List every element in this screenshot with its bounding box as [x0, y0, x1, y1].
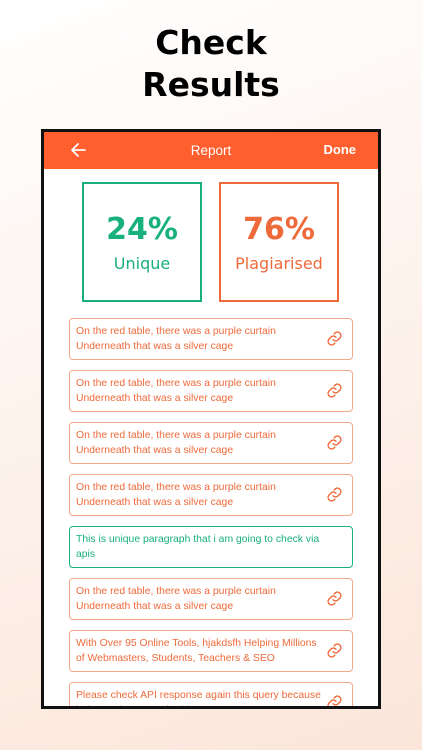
result-card[interactable]: On the red table, there was a purple cur… — [69, 422, 353, 464]
plagiarised-stat-card: 76% Plagiarised — [219, 182, 339, 302]
result-text: Please check API response again this que… — [76, 690, 321, 706]
result-card[interactable]: With Over 95 Online Tools, hjakdsfh Help… — [69, 630, 353, 672]
result-card[interactable]: On the red table, there was a purple cur… — [69, 474, 353, 516]
result-text: This is unique paragraph that i am going… — [76, 534, 320, 560]
link-icon[interactable] — [326, 590, 343, 607]
results-list: On the red table, there was a purple cur… — [69, 318, 353, 709]
result-text: On the red table, there was a purple cur… — [76, 586, 276, 612]
headline: Check Results — [0, 22, 422, 106]
unique-label: Unique — [113, 253, 171, 273]
result-card[interactable]: Please check API response again this que… — [69, 682, 353, 709]
result-text: On the red table, there was a purple cur… — [76, 482, 276, 508]
result-text: On the red table, there was a purple cur… — [76, 430, 276, 456]
top-bar: Report Done — [44, 132, 378, 169]
link-icon[interactable] — [326, 642, 343, 659]
result-card[interactable]: On the red table, there was a purple cur… — [69, 370, 353, 412]
result-card[interactable]: This is unique paragraph that i am going… — [69, 526, 353, 568]
result-text: On the red table, there was a purple cur… — [76, 326, 276, 352]
done-button[interactable]: Done — [324, 142, 357, 157]
link-icon[interactable] — [326, 486, 343, 503]
arrow-left-icon[interactable] — [70, 141, 86, 159]
result-text: With Over 95 Online Tools, hjakdsfh Help… — [76, 638, 317, 664]
plagiarised-percent: 76% — [243, 211, 315, 247]
link-icon[interactable] — [326, 694, 343, 709]
link-icon[interactable] — [326, 382, 343, 399]
headline-line-2: Results — [142, 65, 280, 104]
result-text: On the red table, there was a purple cur… — [76, 378, 276, 404]
link-icon[interactable] — [326, 434, 343, 451]
result-card[interactable]: On the red table, there was a purple cur… — [69, 318, 353, 360]
plagiarised-label: Plagiarised — [235, 253, 323, 273]
page-title: Report — [190, 143, 232, 158]
unique-percent: 24% — [106, 211, 178, 247]
result-card[interactable]: On the red table, there was a purple cur… — [69, 578, 353, 620]
unique-stat-card: 24% Unique — [82, 182, 202, 302]
link-icon[interactable] — [326, 330, 343, 347]
phone-frame: Report Done 24% Unique 76% Plagiarised O… — [41, 129, 381, 709]
headline-line-1: Check — [155, 23, 267, 62]
